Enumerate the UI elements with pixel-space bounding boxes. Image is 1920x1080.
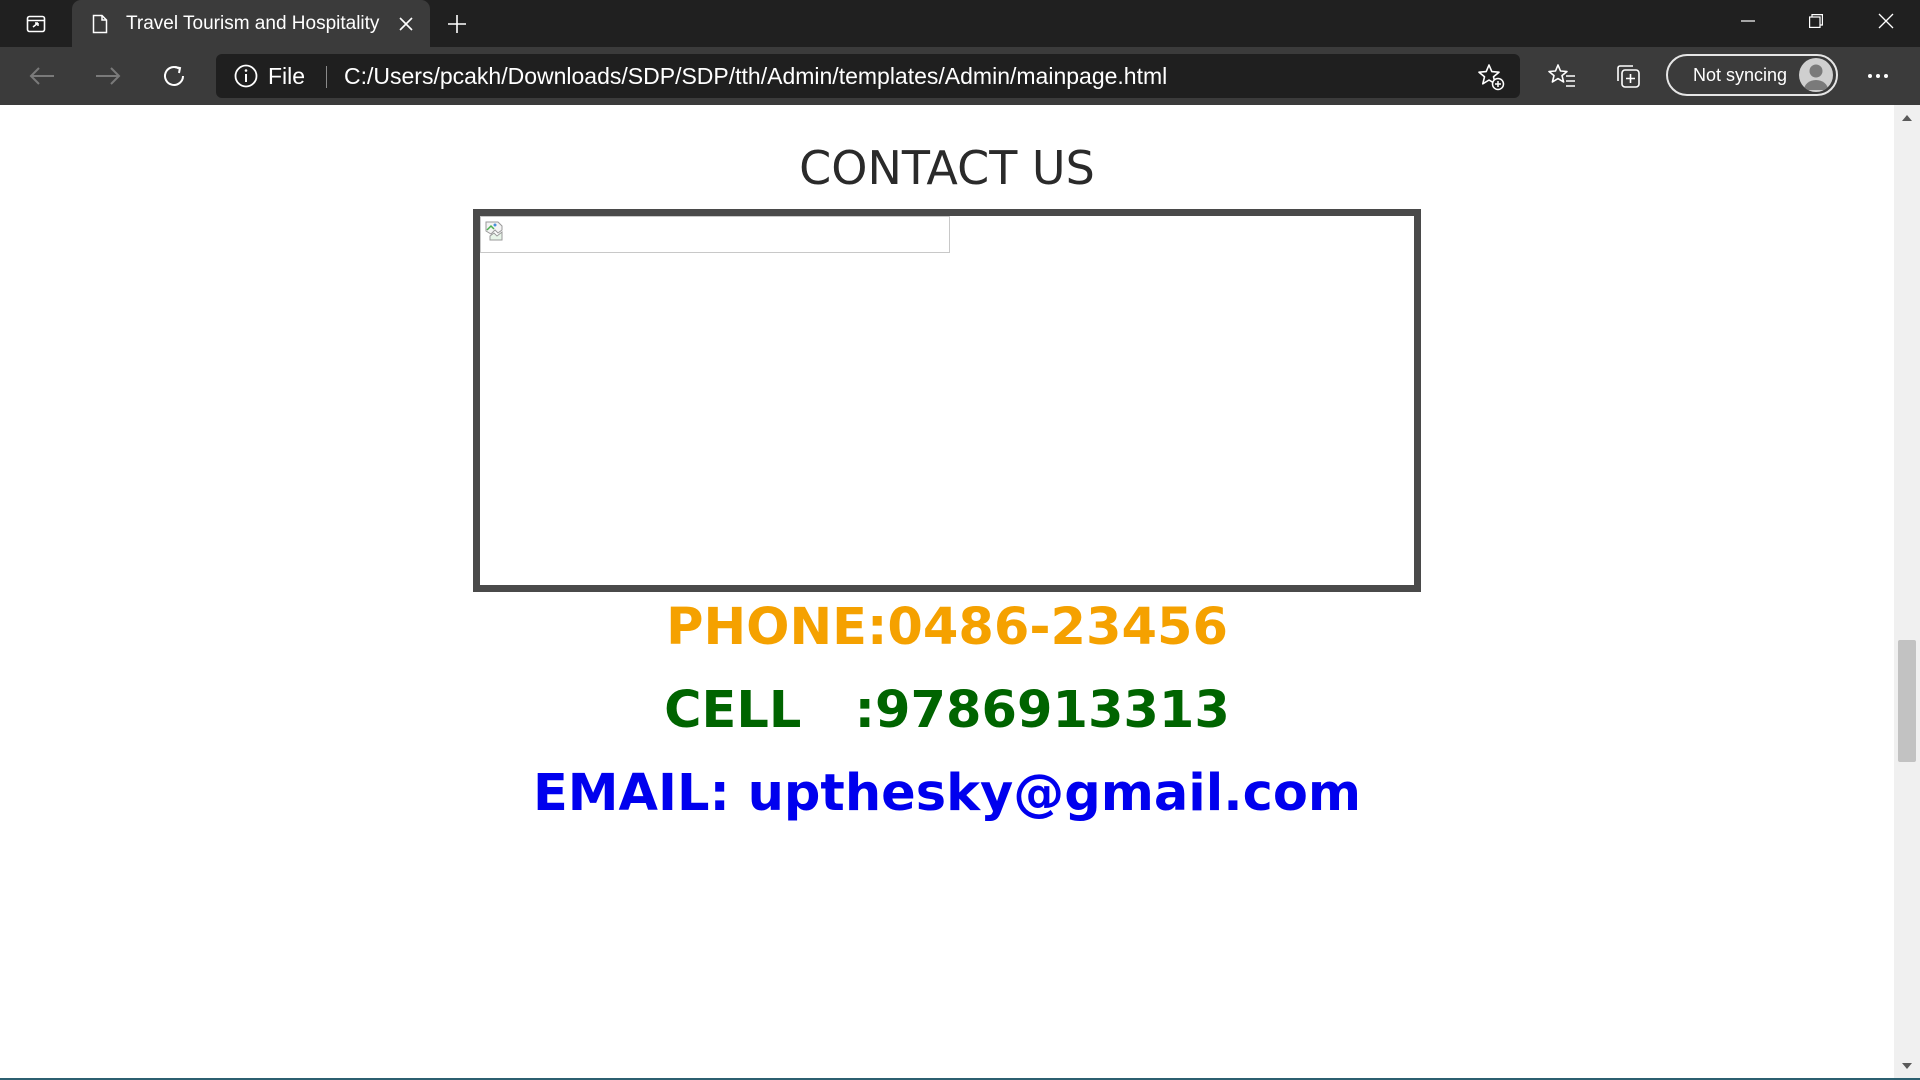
tab-actions-button[interactable]	[16, 8, 56, 40]
more-icon	[1868, 74, 1888, 78]
profile-status-label: Not syncing	[1692, 64, 1787, 85]
url-text[interactable]: C:/Users/pcakh/Downloads/SDP/SDP/tth/Adm…	[344, 54, 1167, 98]
address-bar[interactable]: File C:/Users/pcakh/Downloads/SDP/SDP/tt…	[216, 54, 1520, 98]
phone-text: PHONE:0486-23456	[666, 598, 1228, 657]
scroll-down-button[interactable]	[1894, 1054, 1920, 1078]
collections-button[interactable]	[1606, 55, 1650, 97]
site-info-label: File	[268, 62, 306, 89]
page-viewport: CONTACT US PHONE:0486-23456 CELL :978691…	[0, 105, 1894, 1078]
active-tab[interactable]: Travel Tourism and Hospitality	[72, 0, 430, 47]
favorites-icon	[1548, 64, 1575, 87]
minimize-button[interactable]	[1714, 0, 1782, 42]
more-button[interactable]	[1856, 55, 1900, 97]
restore-icon	[1809, 14, 1823, 28]
avatar	[1799, 58, 1833, 92]
restore-button[interactable]	[1782, 0, 1850, 42]
new-tab-button[interactable]	[440, 8, 474, 40]
add-favorite-button[interactable]	[1476, 62, 1506, 92]
close-icon	[1878, 13, 1894, 29]
collections-icon	[1617, 65, 1640, 88]
back-button[interactable]	[20, 55, 64, 97]
refresh-icon	[164, 66, 184, 86]
broken-image	[480, 216, 950, 253]
page-icon	[90, 13, 110, 35]
refresh-button[interactable]	[152, 55, 196, 97]
tab-title: Travel Tourism and Hospitality	[126, 12, 380, 34]
forward-button[interactable]	[86, 55, 130, 97]
browser-tab-strip: Travel Tourism and Hospitality	[0, 0, 1920, 47]
favorites-button[interactable]	[1540, 55, 1584, 97]
plus-icon	[448, 15, 466, 33]
address-separator	[326, 66, 327, 88]
forward-arrow-icon	[96, 67, 121, 85]
site-info-button[interactable]: File	[234, 54, 305, 98]
tab-actions-icon	[26, 15, 46, 33]
scroll-thumb[interactable]	[1898, 640, 1916, 762]
profile-button[interactable]: Not syncing	[1666, 54, 1838, 96]
browser-toolbar: File C:/Users/pcakh/Downloads/SDP/SDP/tt…	[0, 47, 1920, 105]
tab-close-button[interactable]	[394, 12, 418, 36]
back-arrow-icon	[29, 67, 54, 85]
scroll-up-button[interactable]	[1894, 105, 1920, 129]
broken-image-icon	[485, 221, 503, 241]
caret-down-icon	[1902, 1062, 1912, 1069]
email-text: EMAIL: upthesky@gmail.com	[532, 764, 1362, 823]
close-icon	[399, 17, 413, 31]
minimize-icon	[1741, 20, 1755, 22]
star-plus-icon	[1478, 64, 1505, 91]
info-icon	[234, 64, 258, 88]
close-window-button[interactable]	[1852, 0, 1920, 42]
caret-up-icon	[1902, 114, 1912, 121]
page-title: CONTACT US	[799, 141, 1095, 195]
vertical-scrollbar[interactable]	[1894, 105, 1920, 1078]
cell-text: CELL :9786913313	[664, 681, 1230, 740]
person-icon	[1804, 64, 1828, 90]
image-frame	[473, 209, 1421, 592]
